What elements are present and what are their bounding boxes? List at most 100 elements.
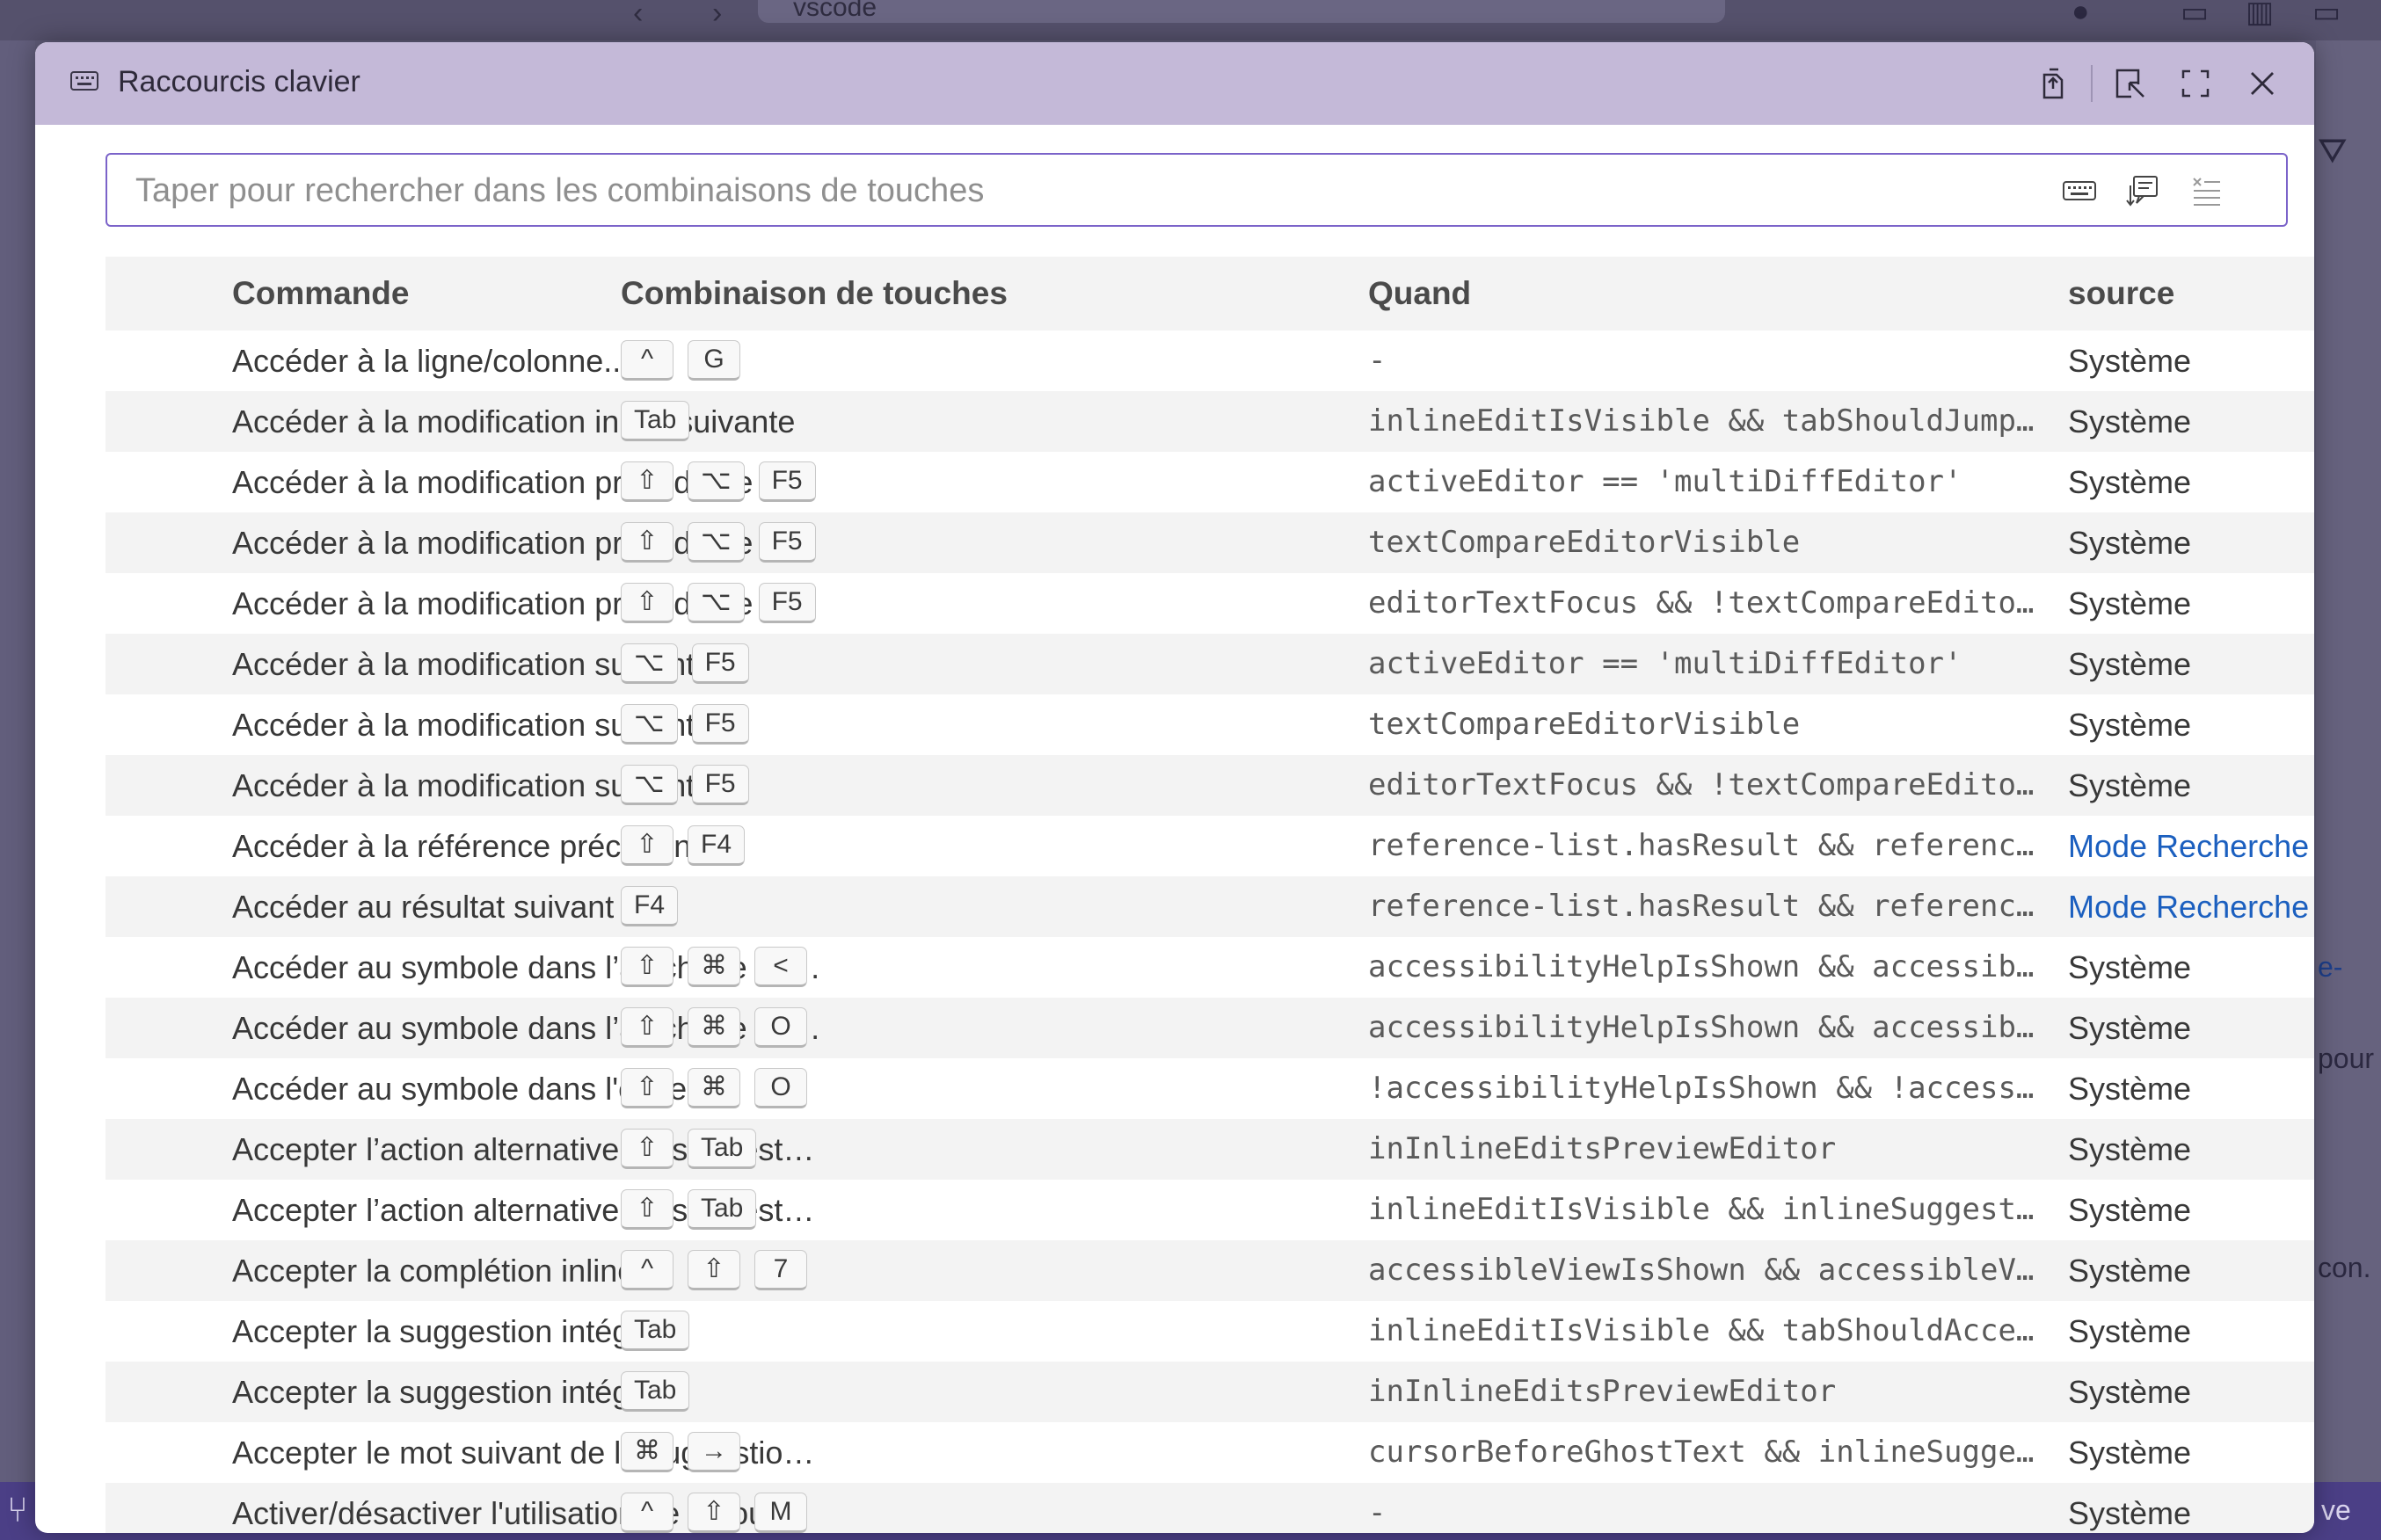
key-label: ⇧ — [621, 1068, 674, 1108]
table-row[interactable]: Accéder à la modification précédente ⇧ ⌥ F5… — [106, 512, 2314, 573]
keybinding-cell: ⇧ ⌥ F5 — [621, 452, 1043, 512]
column-header-source[interactable]: source — [2068, 257, 2174, 331]
keybinding-search-input[interactable] — [134, 155, 2054, 227]
table-row[interactable]: Accéder au symbole dans l’affichage ac… ⇧… — [106, 937, 2314, 998]
move-to-editor-button[interactable] — [2108, 62, 2152, 105]
key-label: ⇧ — [688, 1250, 740, 1290]
table-row[interactable]: Accepter la suggestion intégrée Tab inline… — [106, 1301, 2314, 1362]
keyboard-icon — [70, 71, 98, 91]
source-cell: Système — [2068, 1374, 2192, 1410]
close-button[interactable] — [2240, 62, 2284, 105]
key-label: F5 — [758, 522, 816, 563]
keybinding-cell: F4 — [621, 876, 1043, 937]
sort-by-precedence-button[interactable] — [2121, 169, 2165, 213]
table-row[interactable]: Accepter la complétion inline ^ ⇧ 7 accessib… — [106, 1240, 2314, 1301]
column-header-keybinding[interactable]: Combinaison de touches — [621, 257, 1008, 331]
clear-search-button[interactable] — [2184, 169, 2228, 213]
source-cell: Système — [2068, 767, 2192, 803]
table-row[interactable]: Accéder à la modification précédente ⇧ ⌥ F5… — [106, 573, 2314, 634]
keybinding-cell: Tab — [621, 391, 1043, 452]
clear-filter-icon — [2193, 178, 2220, 206]
table-row[interactable]: Accepter la suggestion intégrée Tab inInli… — [106, 1362, 2314, 1422]
table-row[interactable]: Accéder à la ligne/colonne... ^ G - Système — [106, 331, 2314, 391]
when-cell: - — [1368, 1495, 1387, 1530]
table-row[interactable]: Accéder au symbole dans l’affichage ac… ⇧… — [106, 998, 2314, 1058]
keybinding-cell: ^ ⇧ M — [621, 1483, 1043, 1533]
when-cell: inInlineEditsPreviewEditor — [1368, 1131, 1837, 1166]
key-label: ⇧ — [621, 1189, 674, 1230]
source-link[interactable]: Mode Recherche c — [2068, 876, 2314, 937]
table-row[interactable]: Accéder au symbole dans l'éditeur... ⇧ ⌘ O!… — [106, 1058, 2314, 1119]
key-label: O — [754, 1068, 807, 1108]
keybinding-cell: ⌥ F5 — [621, 694, 1043, 755]
maximize-button[interactable] — [2173, 62, 2217, 105]
table-row[interactable]: Accéder au résultat suivant F4 reference-l… — [106, 876, 2314, 937]
key-label: Tab — [621, 401, 690, 441]
key-label: F5 — [691, 704, 749, 745]
filter-icon: ⛛ — [2318, 132, 2348, 171]
table-row[interactable]: Activer/désactiver l'utilisation de la t… — [106, 1483, 2314, 1533]
key-label: ⌥ — [688, 583, 745, 623]
keybinding-cell: ⇧ ⌘ < — [621, 937, 1043, 998]
open-json-button[interactable] — [2031, 62, 2075, 105]
key-label: F5 — [758, 583, 816, 623]
keyboard-shortcuts-dialog: Raccourcis clavier Taper pour rechercher… — [35, 42, 2314, 1533]
key-label: F4 — [621, 886, 679, 926]
key-label: ⇧ — [688, 1493, 740, 1533]
source-cell: Système — [2068, 1131, 2192, 1167]
source-link[interactable]: Mode Recherche c — [2068, 816, 2314, 876]
when-cell: inInlineEditsPreviewEditor — [1368, 1374, 1837, 1409]
key-label: ⇧ — [621, 1007, 674, 1048]
when-cell: textCompareEditorVisible — [1368, 707, 1801, 742]
when-cell: cursorBeforeGhostText && inlineSugge… — [1368, 1435, 2035, 1470]
table-row[interactable]: Accéder à la référence précédente ⇧ F4 refe… — [106, 816, 2314, 876]
key-label: ^ — [621, 1250, 674, 1290]
dialog-header: Raccourcis clavier — [35, 42, 2314, 125]
key-label: Tab — [688, 1189, 757, 1230]
when-cell: activeEditor == 'multiDiffEditor' — [1368, 464, 1962, 499]
table-row[interactable]: Accepter l’action alternative de suggest… — [106, 1119, 2314, 1180]
source-cell: Système — [2068, 1071, 2192, 1107]
keyboard-icon — [2063, 181, 2096, 200]
column-header-command[interactable]: Commande — [232, 257, 409, 331]
keybinding-cell: ⇧ Tab — [621, 1119, 1043, 1180]
keybinding-cell: ⇧ F4 — [621, 816, 1043, 876]
source-cell: Système — [2068, 949, 2192, 985]
key-label: F4 — [688, 825, 746, 866]
table-row[interactable]: Accéder à la modification inline suivant… — [106, 391, 2314, 452]
record-keys-button[interactable] — [2057, 169, 2101, 213]
when-cell: editorTextFocus && !textCompareEdito… — [1368, 585, 2035, 621]
keybindings-table: Commande Combinaison de touches Quand so… — [106, 257, 2314, 1533]
key-label: ⌘ — [688, 1068, 740, 1108]
table-row[interactable]: Accéder à la modification suivante ⌥ F5 tex… — [106, 694, 2314, 755]
when-cell: accessibleViewIsShown && accessibleV… — [1368, 1253, 2035, 1288]
table-row[interactable]: Accéder à la modification précédente ⇧ ⌥ F5… — [106, 452, 2314, 512]
close-icon — [2251, 72, 2274, 95]
table-row[interactable]: Accéder à la modification suivante ⌥ F5 edi… — [106, 755, 2314, 816]
source-cell: Système — [2068, 525, 2192, 561]
keybinding-cell: Tab — [621, 1362, 1043, 1422]
background-fragment-1: e- — [2318, 951, 2343, 983]
key-label: ⌥ — [621, 643, 678, 684]
key-label: ⇧ — [621, 947, 674, 987]
key-label: ⇧ — [621, 583, 674, 623]
table-row[interactable]: Accepter le mot suivant de la suggestio…… — [106, 1422, 2314, 1483]
table-row[interactable]: Accéder à la modification suivante ⌥ F5 act… — [106, 634, 2314, 694]
when-cell: reference-list.hasResult && referenc… — [1368, 828, 2035, 863]
background-fragment-2: pour — [2318, 1042, 2375, 1074]
table-row[interactable]: Accepter l’action alternative de suggest… — [106, 1180, 2314, 1240]
key-label: ⌘ — [688, 1007, 740, 1048]
source-cell: Système — [2068, 1192, 2192, 1228]
keybinding-cell: ⇧ ⌥ F5 — [621, 512, 1043, 573]
source-cell: Système — [2068, 343, 2192, 379]
keybinding-cell: ⌥ F5 — [621, 755, 1043, 816]
sort-precedence-icon — [2126, 176, 2158, 207]
key-label: ^ — [621, 1493, 674, 1533]
column-header-when[interactable]: Quand — [1368, 257, 1471, 331]
keybinding-cell: ⇧ ⌘ O — [621, 1058, 1043, 1119]
key-label: ⌘ — [621, 1432, 674, 1472]
key-label: F5 — [758, 461, 816, 502]
when-cell: editorTextFocus && !textCompareEdito… — [1368, 767, 2035, 803]
forward-arrow-icon: › — [712, 0, 723, 30]
header-separator — [2091, 65, 2093, 102]
